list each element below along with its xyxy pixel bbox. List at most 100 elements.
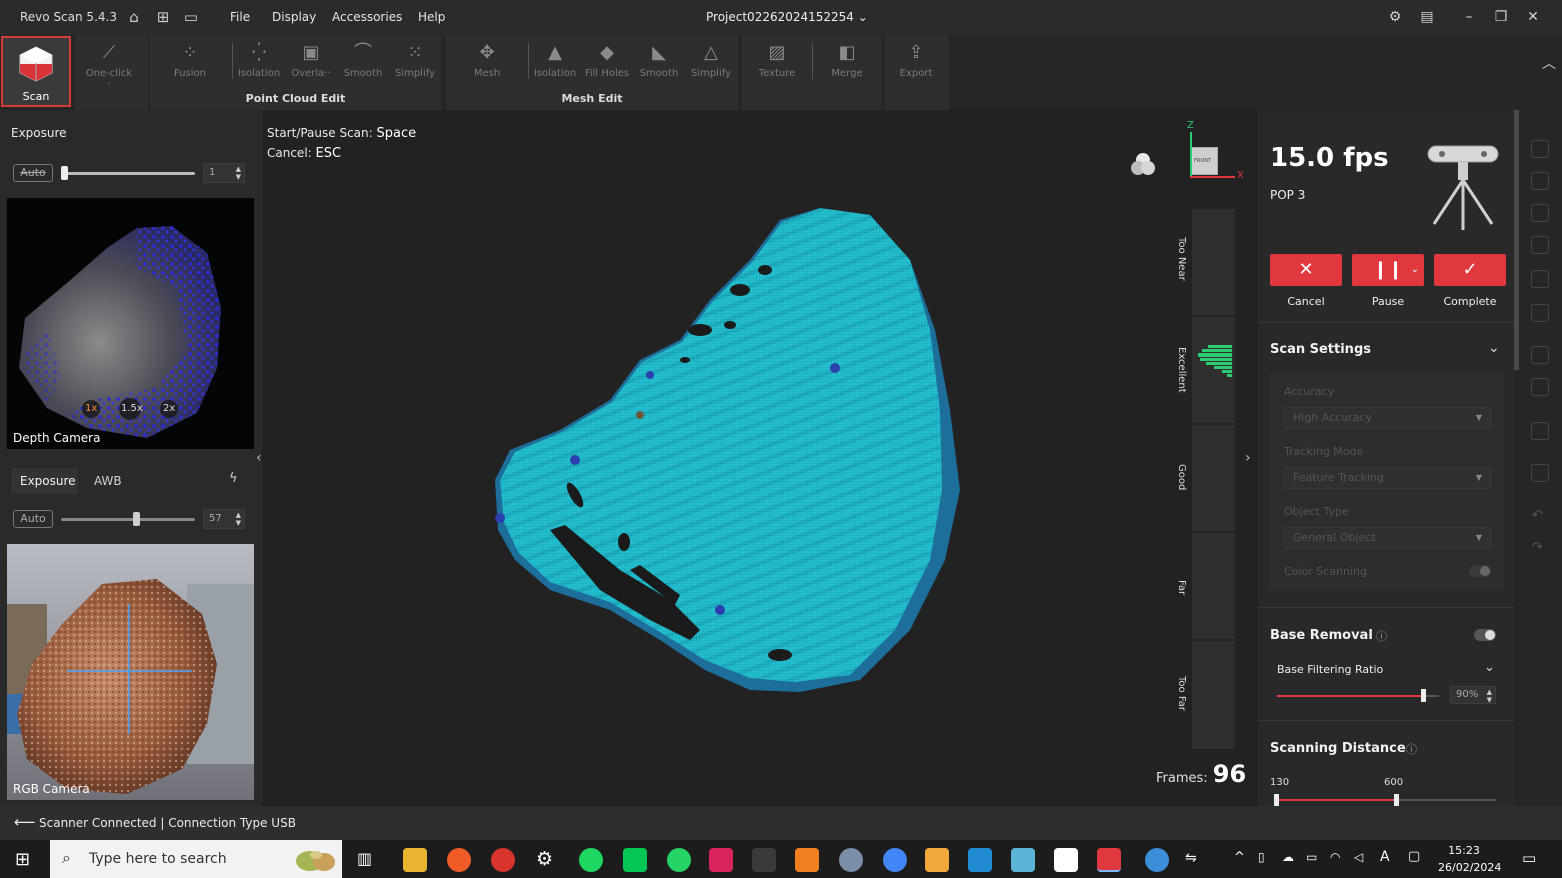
zoom-1x-button[interactable]: 1x [85, 403, 97, 414]
vscode-icon[interactable] [968, 848, 992, 872]
rgb-exposure-stepper[interactable]: 57 ▲ ▼ [203, 509, 245, 529]
taskbar-search[interactable]: ⌕ Type here to search [50, 840, 342, 878]
sidebar-tool-icon[interactable] [1531, 378, 1549, 396]
windows-start-icon[interactable]: ⊞ [15, 849, 30, 870]
depth-exposure-slider[interactable] [62, 172, 195, 175]
sidebar-tool-icon[interactable] [1531, 464, 1549, 482]
stepper-arrows-icon[interactable]: ▲ ▼ [236, 165, 241, 181]
app-icon[interactable] [1011, 848, 1035, 872]
accuracy-select[interactable]: High Accuracy ▼ [1284, 407, 1491, 429]
file-explorer-icon[interactable] [403, 848, 427, 872]
display-mode-icon[interactable] [1128, 150, 1158, 180]
app-icon[interactable] [925, 848, 949, 872]
home-icon[interactable]: ⌂ [125, 8, 143, 26]
chevron-up-icon[interactable]: ^ [1234, 850, 1245, 865]
distance-range-slider[interactable] [1276, 799, 1496, 801]
project-selector[interactable]: Project02262024152254 ⌄ [706, 10, 868, 24]
sidebar-tool-icon[interactable] [1531, 172, 1549, 190]
sidebar-tool-icon[interactable] [1531, 204, 1549, 222]
tray-icon[interactable]: ▯ [1258, 850, 1265, 864]
help-app-icon[interactable] [1145, 848, 1169, 872]
fusion-button[interactable]: ⁘ Fusion [164, 39, 216, 89]
notes-icon[interactable]: ▤ [1418, 8, 1436, 26]
access-icon[interactable] [709, 848, 733, 872]
mesh-isolation-button[interactable]: ▲ Isolation [529, 39, 581, 89]
app-icon[interactable] [839, 848, 863, 872]
sidebar-tool-icon[interactable] [1531, 346, 1549, 364]
chevron-down-icon[interactable]: ⌄ [1488, 340, 1500, 356]
base-filter-knob[interactable] [1420, 689, 1426, 702]
feather-app-icon[interactable] [752, 848, 776, 872]
base-filter-stepper[interactable]: 90% ▲ ▼ [1450, 686, 1496, 704]
menu-display[interactable]: Display [272, 10, 316, 24]
tab-rgb-exposure[interactable]: Exposure [11, 468, 78, 494]
cancel-scan-button[interactable]: ✕ [1270, 254, 1342, 286]
rgb-exposure-knob[interactable] [133, 512, 140, 526]
stepper-arrows-icon[interactable]: ▲ ▼ [1487, 688, 1492, 704]
info-icon[interactable]: ⓘ [1406, 741, 1417, 757]
settings-icon[interactable]: ⚙ [1386, 8, 1404, 26]
mesh-simplify-button[interactable]: △ Simplify [685, 39, 737, 89]
tracking-mode-select[interactable]: Feature Tracking ▼ [1284, 467, 1491, 489]
chevron-down-icon[interactable]: ⌄ [1411, 254, 1419, 286]
new-project-icon[interactable]: ⊞ [154, 8, 172, 26]
pc-simplify-button[interactable]: ⁙ Simplify [389, 39, 441, 89]
wifi-icon[interactable]: ◠ [1330, 850, 1340, 864]
app-icon[interactable] [1054, 848, 1078, 872]
pc-isolation-button[interactable]: ⁛ Isolation [233, 39, 285, 89]
pause-scan-button[interactable]: ❙❙ ⌄ [1352, 254, 1424, 286]
object-type-select[interactable]: General Object ▼ [1284, 527, 1491, 549]
pc-smooth-button[interactable]: ⌒ Smooth [337, 39, 389, 89]
chrome-icon[interactable] [883, 848, 907, 872]
fill-holes-button[interactable]: ◆ Fill Holes [581, 39, 633, 89]
notification-icon[interactable]: ▭ [1522, 849, 1536, 867]
fusion-app-icon[interactable] [795, 848, 819, 872]
battery-icon[interactable]: ▭ [1306, 850, 1317, 864]
revo-scan-taskbar-icon[interactable] [1097, 848, 1121, 872]
base-removal-toggle[interactable] [1474, 629, 1496, 641]
taskbar-time[interactable]: 15:23 [1438, 844, 1490, 857]
settings-app-icon[interactable]: ⚙ [536, 848, 553, 870]
view-cube[interactable]: FRONT Z X [1182, 120, 1244, 190]
distance-min-knob[interactable] [1274, 794, 1279, 806]
sidebar-tool-icon[interactable] [1531, 304, 1549, 322]
scan-viewport[interactable]: Start/Pause Scan: Space Cancel: ESC FRON… [262, 110, 1258, 806]
rgb-exposure-slider[interactable] [61, 518, 195, 521]
info-icon[interactable]: ⓘ [1376, 628, 1387, 644]
menu-help[interactable]: Help [418, 10, 445, 24]
view-cube-face[interactable]: FRONT [1190, 147, 1218, 175]
expand-right-panel-icon[interactable]: › [1245, 450, 1251, 466]
ime-icon[interactable]: ▢ [1408, 849, 1420, 864]
input-method-icon[interactable]: A [1380, 849, 1390, 865]
chevron-down-icon[interactable]: ⌄ [1484, 660, 1495, 675]
taskbar-date[interactable]: 26/02/2024 [1438, 861, 1501, 874]
mesh-button[interactable]: ✥ Mesh [461, 39, 513, 89]
export-button[interactable]: ⇪ Export [890, 39, 942, 89]
depth-auto-button[interactable]: Auto [13, 164, 53, 182]
redo-icon[interactable]: ↷ [1532, 540, 1543, 555]
sidebar-tool-icon[interactable] [1531, 270, 1549, 288]
volume-icon[interactable]: ◁ [1354, 850, 1363, 864]
depth-exposure-knob[interactable] [61, 166, 68, 180]
zoom-2x-button[interactable]: 2x [163, 403, 175, 414]
base-filter-slider[interactable] [1277, 695, 1439, 697]
color-scanning-toggle[interactable] [1469, 565, 1491, 577]
network-share-icon[interactable]: ⇋ [1185, 850, 1197, 866]
task-view-icon[interactable]: ▥ [357, 849, 372, 868]
flash-icon[interactable]: ϟ [229, 471, 238, 486]
zoom-1-5x-button[interactable]: 1.5x [121, 403, 143, 414]
stepper-arrows-icon[interactable]: ▲ ▼ [236, 511, 241, 527]
sidebar-tool-icon[interactable] [1531, 422, 1549, 440]
collapse-left-panel-icon[interactable]: ‹ [256, 450, 262, 466]
menu-file[interactable]: File [230, 10, 250, 24]
mesh-smooth-button[interactable]: ◣ Smooth [633, 39, 685, 89]
close-button[interactable]: ✕ [1524, 8, 1542, 26]
depth-exposure-stepper[interactable]: 1 ▲ ▼ [203, 163, 245, 183]
one-click-button[interactable]: ⟋ One-click · [83, 39, 135, 90]
cloud-icon[interactable]: ☁ [1282, 850, 1294, 864]
undo-icon[interactable]: ↶ [1532, 508, 1543, 523]
merge-button[interactable]: ◧ Merge [821, 39, 873, 89]
sidebar-tool-icon[interactable] [1531, 236, 1549, 254]
rgb-auto-button[interactable]: Auto [13, 510, 53, 528]
line-icon[interactable] [623, 848, 647, 872]
